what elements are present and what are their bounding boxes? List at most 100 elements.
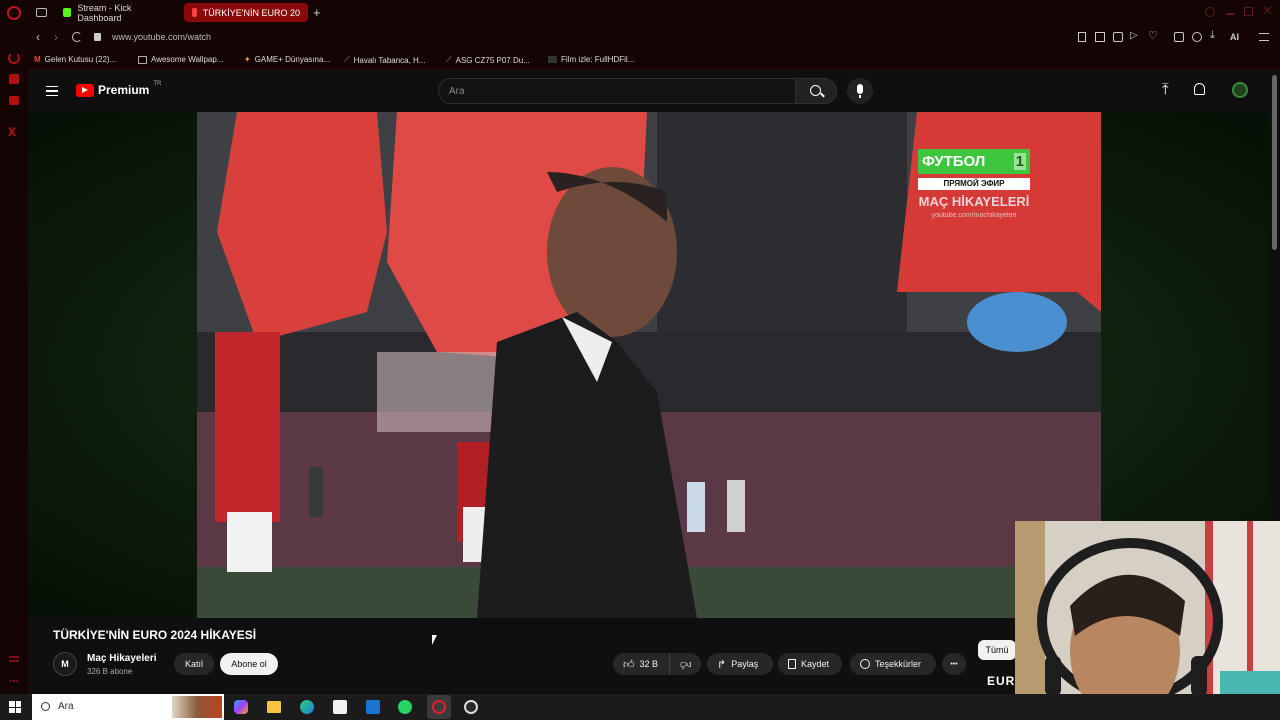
video-watermark-url: youtube.com/machikayeleri [931,212,1017,219]
taskbar-app-icon[interactable] [464,700,478,714]
join-button[interactable]: Katıl [174,653,214,675]
upload-icon[interactable]: ⤒ [1162,81,1169,98]
thanks-button[interactable]: Teşekkürler [850,653,936,675]
opera-menu-icon[interactable] [7,6,21,20]
maximize-icon[interactable] [1244,7,1253,16]
taskbar-search-icon [41,702,50,711]
play-icon[interactable]: ▷ [1130,30,1138,41]
lock-icon [94,33,101,41]
url-field[interactable]: www.youtube.com/watch [112,32,211,42]
pocket-icon[interactable] [1113,32,1123,42]
outlook-icon[interactable] [366,700,380,714]
browser-sidebar: X ••• [0,26,28,694]
thumbs-down-icon: 👍︎ [679,657,692,670]
window-search-icon[interactable] [1205,7,1215,17]
video-title: TÜRKİYE'NİN EURO 2024 HİKAYESİ [53,628,257,642]
bookmark-item[interactable]: Awesome Wallpap... [138,55,223,64]
sidebar-chat-icon[interactable] [9,96,19,105]
forward-icon[interactable]: › [54,30,58,44]
bookmark-item[interactable]: M Gelen Kutusu (22)... [34,55,116,64]
share-icon: ↱ [717,658,727,671]
chip-all[interactable]: Tümü [978,640,1016,660]
join-label: Katıl [184,659,203,669]
kick-icon [63,8,72,17]
sidebar-bag-icon[interactable] [9,74,19,84]
store-icon[interactable] [333,700,347,714]
more-actions-button[interactable]: ••• [942,653,966,675]
bookmark-page-icon[interactable] [1078,32,1086,42]
reload-icon[interactable] [72,32,82,42]
taskbar-search-placeholder: Ara [58,701,74,712]
video-watermark: MAÇ HİKAYELERİ [918,194,1030,209]
logo-country: TR [153,81,162,87]
mic-icon [857,84,863,94]
badge-number: 1 [1013,153,1026,170]
dislike-button[interactable]: 👍︎ [669,653,701,675]
sidebar-refresh-icon[interactable] [8,52,20,64]
wallpaper-icon [138,55,147,64]
bookmark-icon [788,659,796,669]
bookmark-item[interactable]: Film izle: FullHDFil... [548,55,634,64]
notifications-bell-icon[interactable] [1194,83,1205,95]
thanks-label: Teşekkürler [875,659,922,669]
channel-name[interactable]: Maç Hikayeleri [87,653,157,664]
profile-icon[interactable] [1192,32,1202,42]
windows-taskbar: Ara [0,694,1280,720]
browser-tab-bar: Stream - Kick Dashboard TÜRKİYE'NİN EURO… [0,0,1280,26]
back-icon[interactable]: ‹ [36,30,40,44]
bookmark-label: GAME+ Dünyasına... [254,55,331,64]
edge-icon[interactable] [300,700,314,714]
bookmarks-bar: M Gelen Kutusu (22)... Awesome Wallpap..… [28,50,1280,70]
voice-search-button[interactable] [847,78,873,104]
subscribe-label: Abone ol [231,659,267,669]
search-button[interactable] [795,78,837,104]
close-icon[interactable]: ✕ [1262,3,1273,19]
youtube-play-icon [76,83,94,97]
thanks-icon [860,659,870,669]
like-button[interactable]: 👍︎ 32 B [613,653,669,675]
audio-playing-icon [192,8,197,17]
share-button[interactable]: ↱ Paylaş [707,653,773,675]
extensions-icon[interactable] [1174,32,1184,42]
search-input[interactable]: Ara [438,78,796,104]
share-label: Paylaş [731,659,759,669]
sidebar-x-icon[interactable]: X [8,125,16,139]
minimize-icon[interactable] [1226,13,1235,15]
start-icon[interactable] [9,701,21,713]
account-avatar[interactable] [1232,82,1248,98]
sidebar-settings-icon[interactable] [9,656,19,662]
copilot-icon[interactable] [234,700,248,714]
gmail-icon: M [34,55,41,64]
bookmark-item[interactable]: ⟋ ASG CZ75 P07 Du... [446,55,530,65]
bookmark-item[interactable]: ✦ GAME+ Dünyasına... [244,55,330,64]
whatsapp-icon[interactable] [398,700,412,714]
workspace-icon[interactable] [36,8,47,17]
video-player[interactable]: ФУТБОЛ 1 ПРЯМОЙ ЭФИР MAÇ HİKAYELERİ yout… [197,112,1101,618]
euro-corner-text: EUR [987,674,1016,688]
download-icon[interactable]: ⤓ [1210,29,1215,42]
gun-icon: ⟋ [344,55,350,64]
sidebar-more-icon[interactable]: ••• [9,676,18,686]
tab-youtube-video[interactable]: TÜRKİYE'NİN EURO 20 [184,3,308,22]
logo-text: Premium [98,83,150,97]
channel-avatar[interactable]: M [53,652,77,676]
bookmark-item[interactable]: ⟋ Havalı Tabanca, H... [344,55,426,65]
snapshot-icon[interactable] [1095,32,1105,42]
tab-kick-dashboard[interactable]: Stream - Kick Dashboard [55,3,179,23]
file-explorer-icon[interactable] [267,701,281,713]
subscribe-button[interactable]: Abone ol [220,653,278,675]
youtube-logo[interactable]: Premium TR [76,81,162,97]
opera-icon[interactable] [427,695,451,719]
save-button[interactable]: Kaydet [778,653,842,675]
new-tab-button[interactable]: + [313,5,321,20]
bookmark-label: Awesome Wallpap... [151,55,224,64]
heart-icon[interactable]: ♡ [1148,29,1158,42]
menu-icon[interactable] [1259,33,1269,41]
hamburger-menu-icon[interactable] [46,86,58,96]
bookmark-label: Gelen Kutusu (22)... [44,55,117,64]
address-bar-row: ‹ › www.youtube.com/watch ▷ ♡ ⤓ AI [28,26,1280,50]
thumbs-up-icon: 👍︎ [623,658,635,671]
game-icon: ✦ [244,55,251,64]
gun-icon: ⟋ [446,55,452,64]
ai-button[interactable]: AI [1230,32,1239,42]
